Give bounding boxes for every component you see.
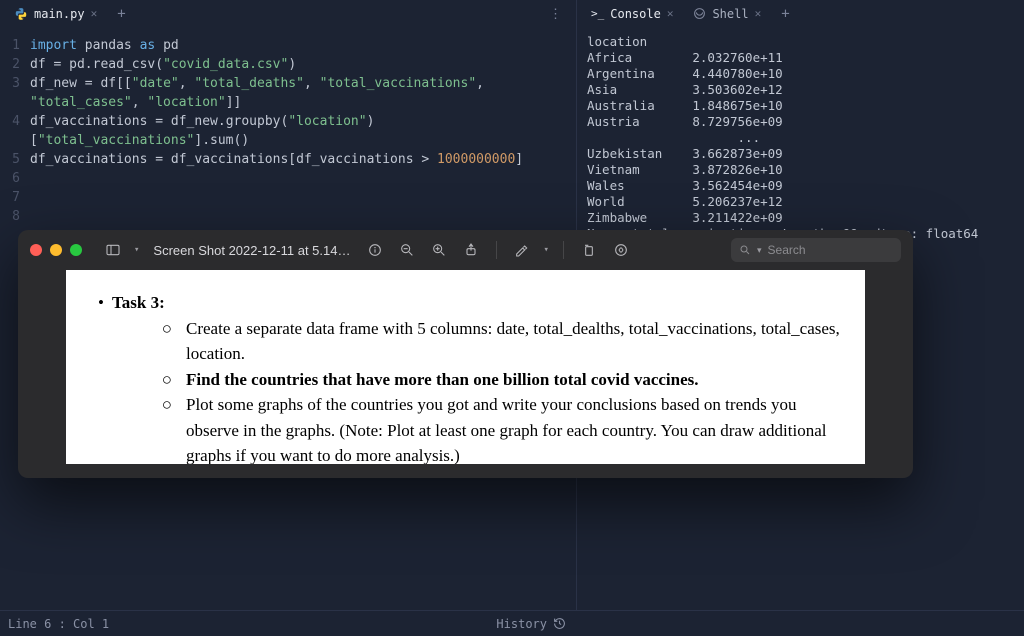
tab-label: Console xyxy=(610,7,661,21)
editor-tabs: main.py ✕ + ⋮ xyxy=(0,0,576,28)
tab-main-py[interactable]: main.py ✕ xyxy=(6,3,105,26)
task-item: Plot some graphs of the countries you go… xyxy=(186,392,841,464)
chevron-down-icon[interactable]: ▾ xyxy=(134,245,139,255)
console-tabs: >_ Console ✕ Shell ✕ + xyxy=(577,0,1024,28)
share-button[interactable] xyxy=(460,239,482,261)
python-icon xyxy=(14,7,28,21)
close-window-button[interactable] xyxy=(30,244,42,256)
cursor-position: Line 6 : Col 1 xyxy=(8,617,496,631)
window-controls xyxy=(30,244,82,256)
chevron-down-icon[interactable]: ▾ xyxy=(543,245,548,255)
preview-document: • Task 3: ○Create a separate data frame … xyxy=(66,270,865,464)
highlight-button[interactable] xyxy=(610,239,632,261)
history-icon xyxy=(553,617,566,630)
close-icon[interactable]: ✕ xyxy=(91,7,98,20)
rotate-button[interactable] xyxy=(578,239,600,261)
markup-button[interactable] xyxy=(511,239,533,261)
minimize-window-button[interactable] xyxy=(50,244,62,256)
zoom-out-button[interactable] xyxy=(396,239,418,261)
history-button[interactable]: History xyxy=(496,617,547,631)
close-icon[interactable]: ✕ xyxy=(667,7,674,20)
close-icon[interactable]: ✕ xyxy=(755,7,762,20)
zoom-in-button[interactable] xyxy=(428,239,450,261)
tab-menu-icon[interactable]: ⋮ xyxy=(541,7,570,22)
add-tab-button[interactable]: + xyxy=(109,2,133,26)
tab-label: Shell xyxy=(712,7,748,21)
task-item: Create a separate data frame with 5 colu… xyxy=(186,316,841,367)
search-icon xyxy=(739,244,751,256)
console-icon: >_ xyxy=(591,7,604,20)
preview-toolbar: ▾ Screen Shot 2022-12-11 at 5.14… ▾ ▾ S xyxy=(18,230,913,270)
preview-window: ▾ Screen Shot 2022-12-11 at 5.14… ▾ ▾ S xyxy=(18,230,913,478)
task-item: Find the countries that have more than o… xyxy=(186,370,699,389)
fullscreen-window-button[interactable] xyxy=(70,244,82,256)
chevron-down-icon: ▾ xyxy=(757,245,762,256)
add-tab-button[interactable]: + xyxy=(773,2,797,26)
preview-title: Screen Shot 2022-12-11 at 5.14… xyxy=(153,243,350,258)
sidebar-toggle-button[interactable] xyxy=(102,239,124,261)
tab-console[interactable]: >_ Console ✕ xyxy=(583,3,681,26)
info-button[interactable] xyxy=(364,239,386,261)
shell-icon xyxy=(693,7,706,20)
search-placeholder: Search xyxy=(768,243,806,257)
tab-shell[interactable]: Shell ✕ xyxy=(685,3,769,26)
search-input[interactable]: ▾ Search xyxy=(731,238,901,262)
tab-label: main.py xyxy=(34,7,85,21)
task-heading: Task 3: xyxy=(112,290,165,316)
status-bar: Line 6 : Col 1 History xyxy=(0,610,1024,636)
